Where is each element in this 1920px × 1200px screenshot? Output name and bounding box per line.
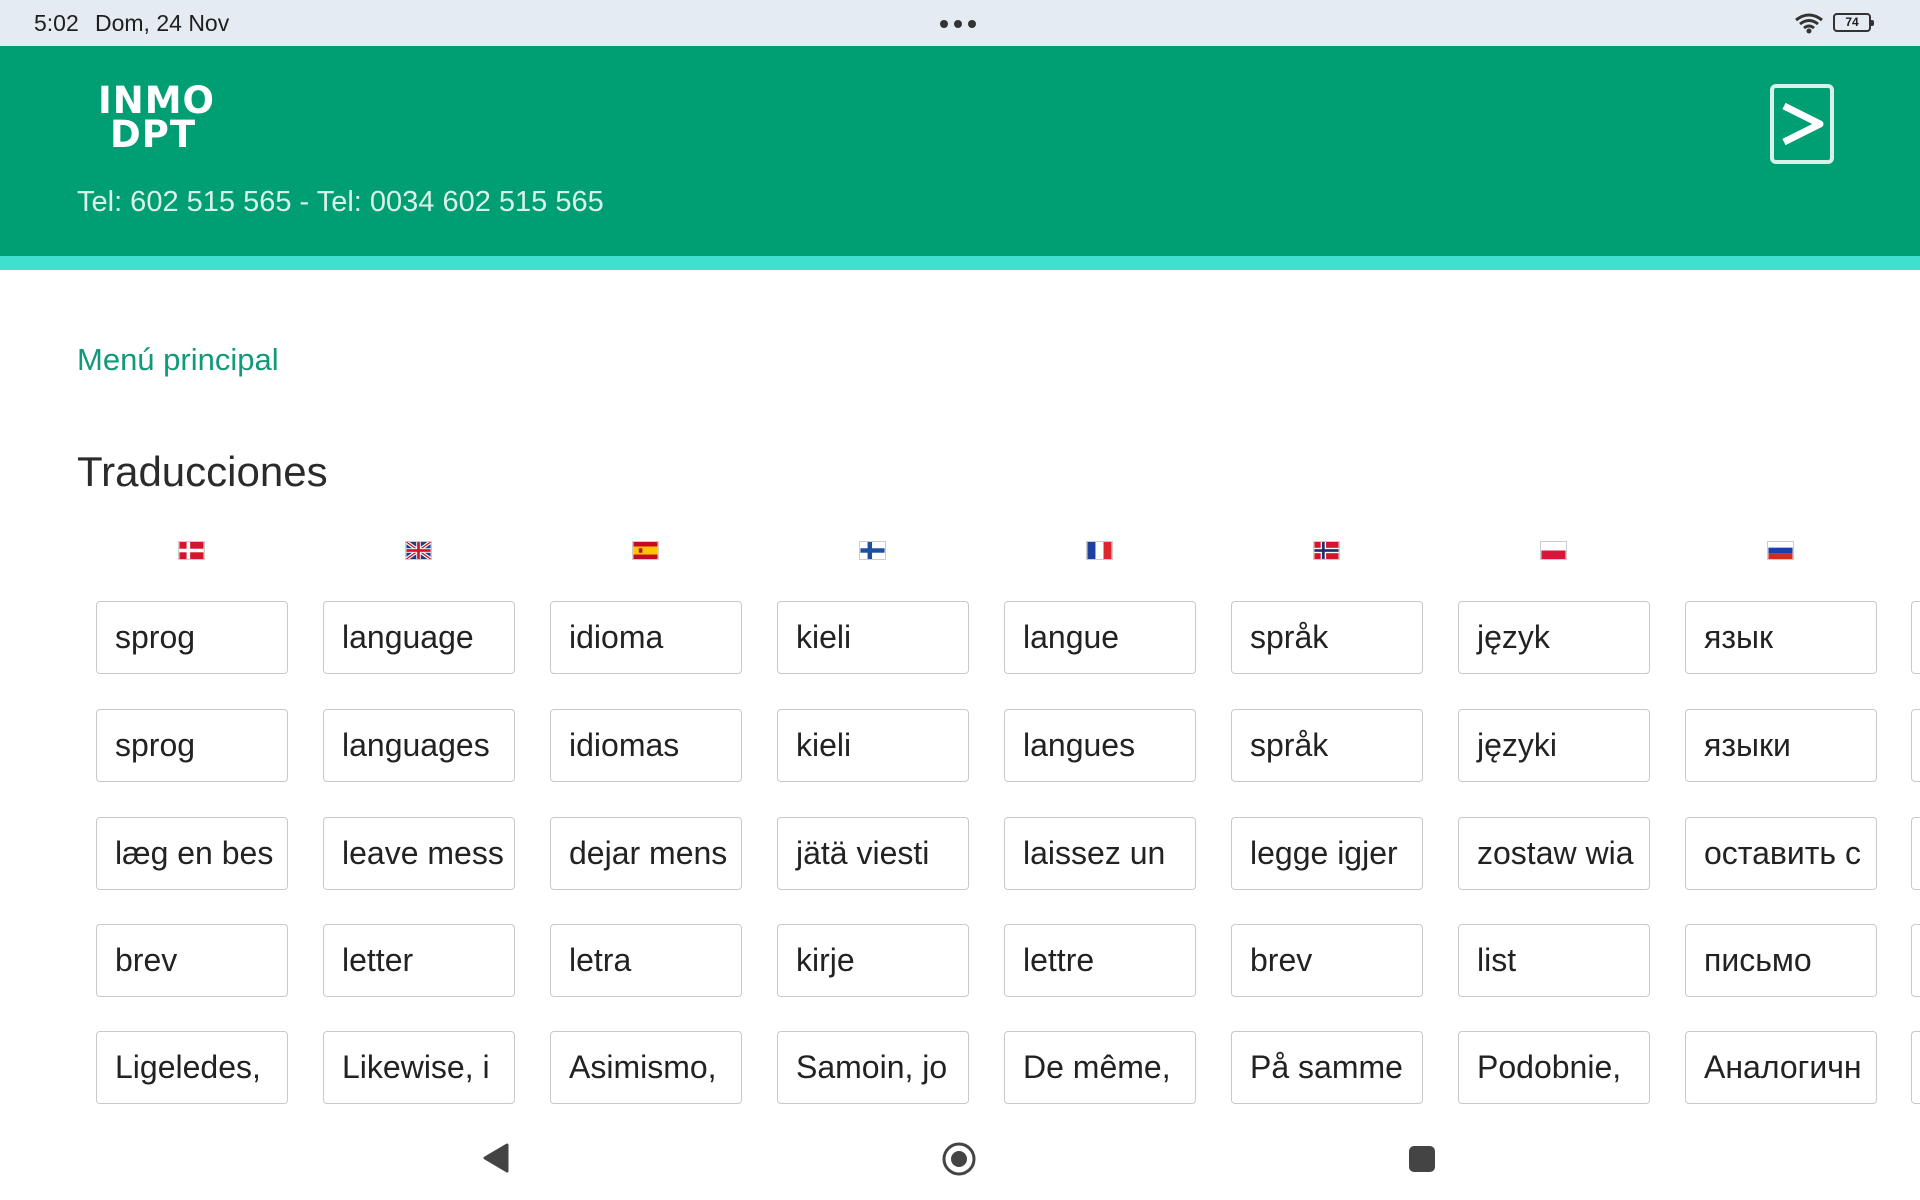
translation-cell[interactable]: lettre: [1004, 924, 1196, 997]
translation-cell[interactable]: langue: [1004, 601, 1196, 674]
translation-cell[interactable]: leave mess: [323, 817, 515, 890]
translation-cell[interactable]: jätä viesti: [777, 817, 969, 890]
translation-cell[interactable]: De même,: [1004, 1031, 1196, 1104]
translation-cell[interactable]: Аналогичн: [1685, 1031, 1877, 1104]
main-menu-link[interactable]: Menú principal: [77, 342, 279, 378]
page-title: Traducciones: [77, 448, 328, 495]
translation-cell[interactable]: læg en bes: [96, 817, 288, 890]
translation-cell[interactable]: языки: [1685, 709, 1877, 782]
translation-cell[interactable]: sprog: [96, 709, 288, 782]
denmark-flag-icon: [178, 541, 205, 560]
translation-cell[interactable]: язык: [1685, 601, 1877, 674]
translation-cell[interactable]: письмо: [1685, 924, 1877, 997]
translation-cell[interactable]: zostaw wia: [1458, 817, 1650, 890]
translation-cell-partial[interactable]: [1911, 1031, 1920, 1104]
translation-cell[interactable]: brev: [96, 924, 288, 997]
translation-cell[interactable]: legge igjer: [1231, 817, 1423, 890]
translation-cell[interactable]: letra: [550, 924, 742, 997]
translation-cell[interactable]: Asimismo,: [550, 1031, 742, 1104]
translation-cell[interactable]: kieli: [777, 709, 969, 782]
recent-apps-icon[interactable]: [1408, 1145, 1436, 1173]
norway-flag-icon: [1313, 541, 1340, 560]
russia-flag-icon: [1767, 541, 1794, 560]
translation-cell[interactable]: idioma: [550, 601, 742, 674]
status-time: 5:02: [34, 10, 79, 36]
header-stripe: [0, 256, 1920, 270]
translation-cell[interactable]: kirje: [777, 924, 969, 997]
logo[interactable]: INMO DPT: [98, 82, 215, 156]
france-flag-icon: [1086, 541, 1113, 560]
translation-cell[interactable]: brev: [1231, 924, 1423, 997]
translation-cell[interactable]: język: [1458, 601, 1650, 674]
login-arrow-icon[interactable]: [1770, 84, 1834, 164]
translation-cell[interactable]: language: [323, 601, 515, 674]
app-header: INMO DPT Tel: 602 515 565 - Tel: 0034 60…: [0, 46, 1920, 256]
wifi-icon: [1795, 13, 1823, 34]
translation-cell[interactable]: langues: [1004, 709, 1196, 782]
translation-cell[interactable]: Samoin, jo: [777, 1031, 969, 1104]
translation-cell[interactable]: På samme: [1231, 1031, 1423, 1104]
translation-cell[interactable]: letter: [323, 924, 515, 997]
translation-cell[interactable]: dejar mens: [550, 817, 742, 890]
logo-line2: DPT: [110, 113, 197, 156]
battery-level: 74: [1845, 15, 1859, 29]
translation-cell-partial[interactable]: [1911, 709, 1920, 782]
translation-cell[interactable]: idiomas: [550, 709, 742, 782]
translation-cell[interactable]: languages: [323, 709, 515, 782]
translation-cell[interactable]: оставить с: [1685, 817, 1877, 890]
home-icon[interactable]: [941, 1141, 977, 1177]
spain-flag-icon: [632, 541, 659, 560]
phone-numbers: Tel: 602 515 565 - Tel: 0034 602 515 565: [77, 186, 604, 218]
finland-flag-icon: [859, 541, 886, 560]
more-dots-icon[interactable]: [940, 20, 976, 28]
translation-cell[interactable]: kieli: [777, 601, 969, 674]
translation-cell[interactable]: språk: [1231, 601, 1423, 674]
translation-cell[interactable]: Likewise, i: [323, 1031, 515, 1104]
translation-cell[interactable]: sprog: [96, 601, 288, 674]
translation-cell-partial[interactable]: [1911, 924, 1920, 997]
translation-cell[interactable]: Ligeledes,: [96, 1031, 288, 1104]
back-icon[interactable]: [482, 1143, 510, 1173]
battery-icon: 74: [1833, 13, 1874, 32]
status-bar: 5:02 Dom, 24 Nov 74: [0, 0, 1920, 46]
status-date: Dom, 24 Nov: [95, 10, 230, 36]
uk-flag-icon: [405, 541, 432, 560]
poland-flag-icon: [1540, 541, 1567, 560]
translation-cell[interactable]: list: [1458, 924, 1650, 997]
translation-cell-partial[interactable]: [1911, 817, 1920, 890]
translation-cell[interactable]: Podobnie,: [1458, 1031, 1650, 1104]
translation-cell-partial[interactable]: [1911, 601, 1920, 674]
translation-cell[interactable]: języki: [1458, 709, 1650, 782]
translation-cell[interactable]: laissez un: [1004, 817, 1196, 890]
translation-cell[interactable]: språk: [1231, 709, 1423, 782]
